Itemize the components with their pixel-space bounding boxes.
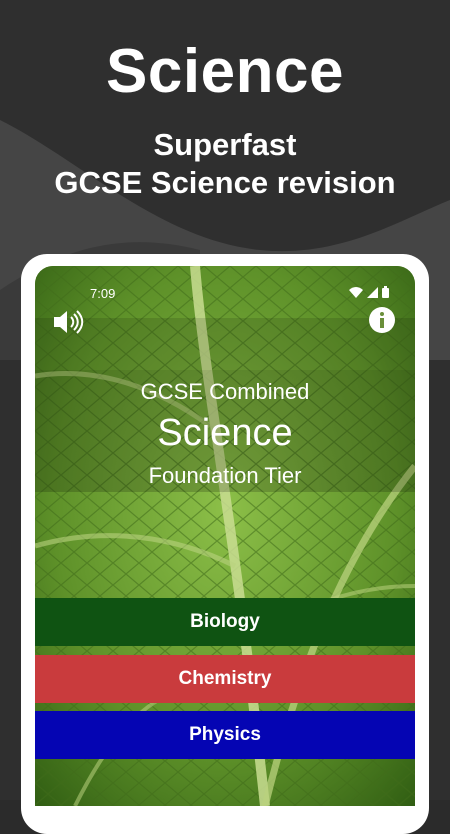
promo-subtitle-line1: Superfast <box>153 127 297 162</box>
header-subject: Science <box>157 412 293 454</box>
chemistry-button[interactable]: Chemistry <box>35 655 415 703</box>
promo-subtitle-line2: GCSE Science revision <box>54 165 396 200</box>
info-icon[interactable] <box>369 307 395 333</box>
battery-icon <box>382 286 389 298</box>
status-bar: 7:09 <box>35 266 415 318</box>
speaker-icon[interactable] <box>52 308 84 336</box>
app-toolbar <box>35 318 415 370</box>
signal-icon <box>367 286 378 298</box>
title-panel: GCSE Combined Science Foundation Tier <box>35 370 415 492</box>
status-time: 7:09 <box>90 286 116 301</box>
header-tier: Foundation Tier <box>148 463 302 488</box>
biology-button[interactable]: Biology <box>35 598 415 646</box>
physics-button[interactable]: Physics <box>35 711 415 759</box>
app-screen: 7:09 GCSE Combined Science Foundation Ti… <box>35 266 415 806</box>
header-course: GCSE Combined <box>140 379 310 404</box>
promo-title: Science <box>106 37 344 106</box>
wifi-icon <box>349 286 363 298</box>
promo-subtitle: Superfast GCSE Science revision <box>0 126 450 202</box>
